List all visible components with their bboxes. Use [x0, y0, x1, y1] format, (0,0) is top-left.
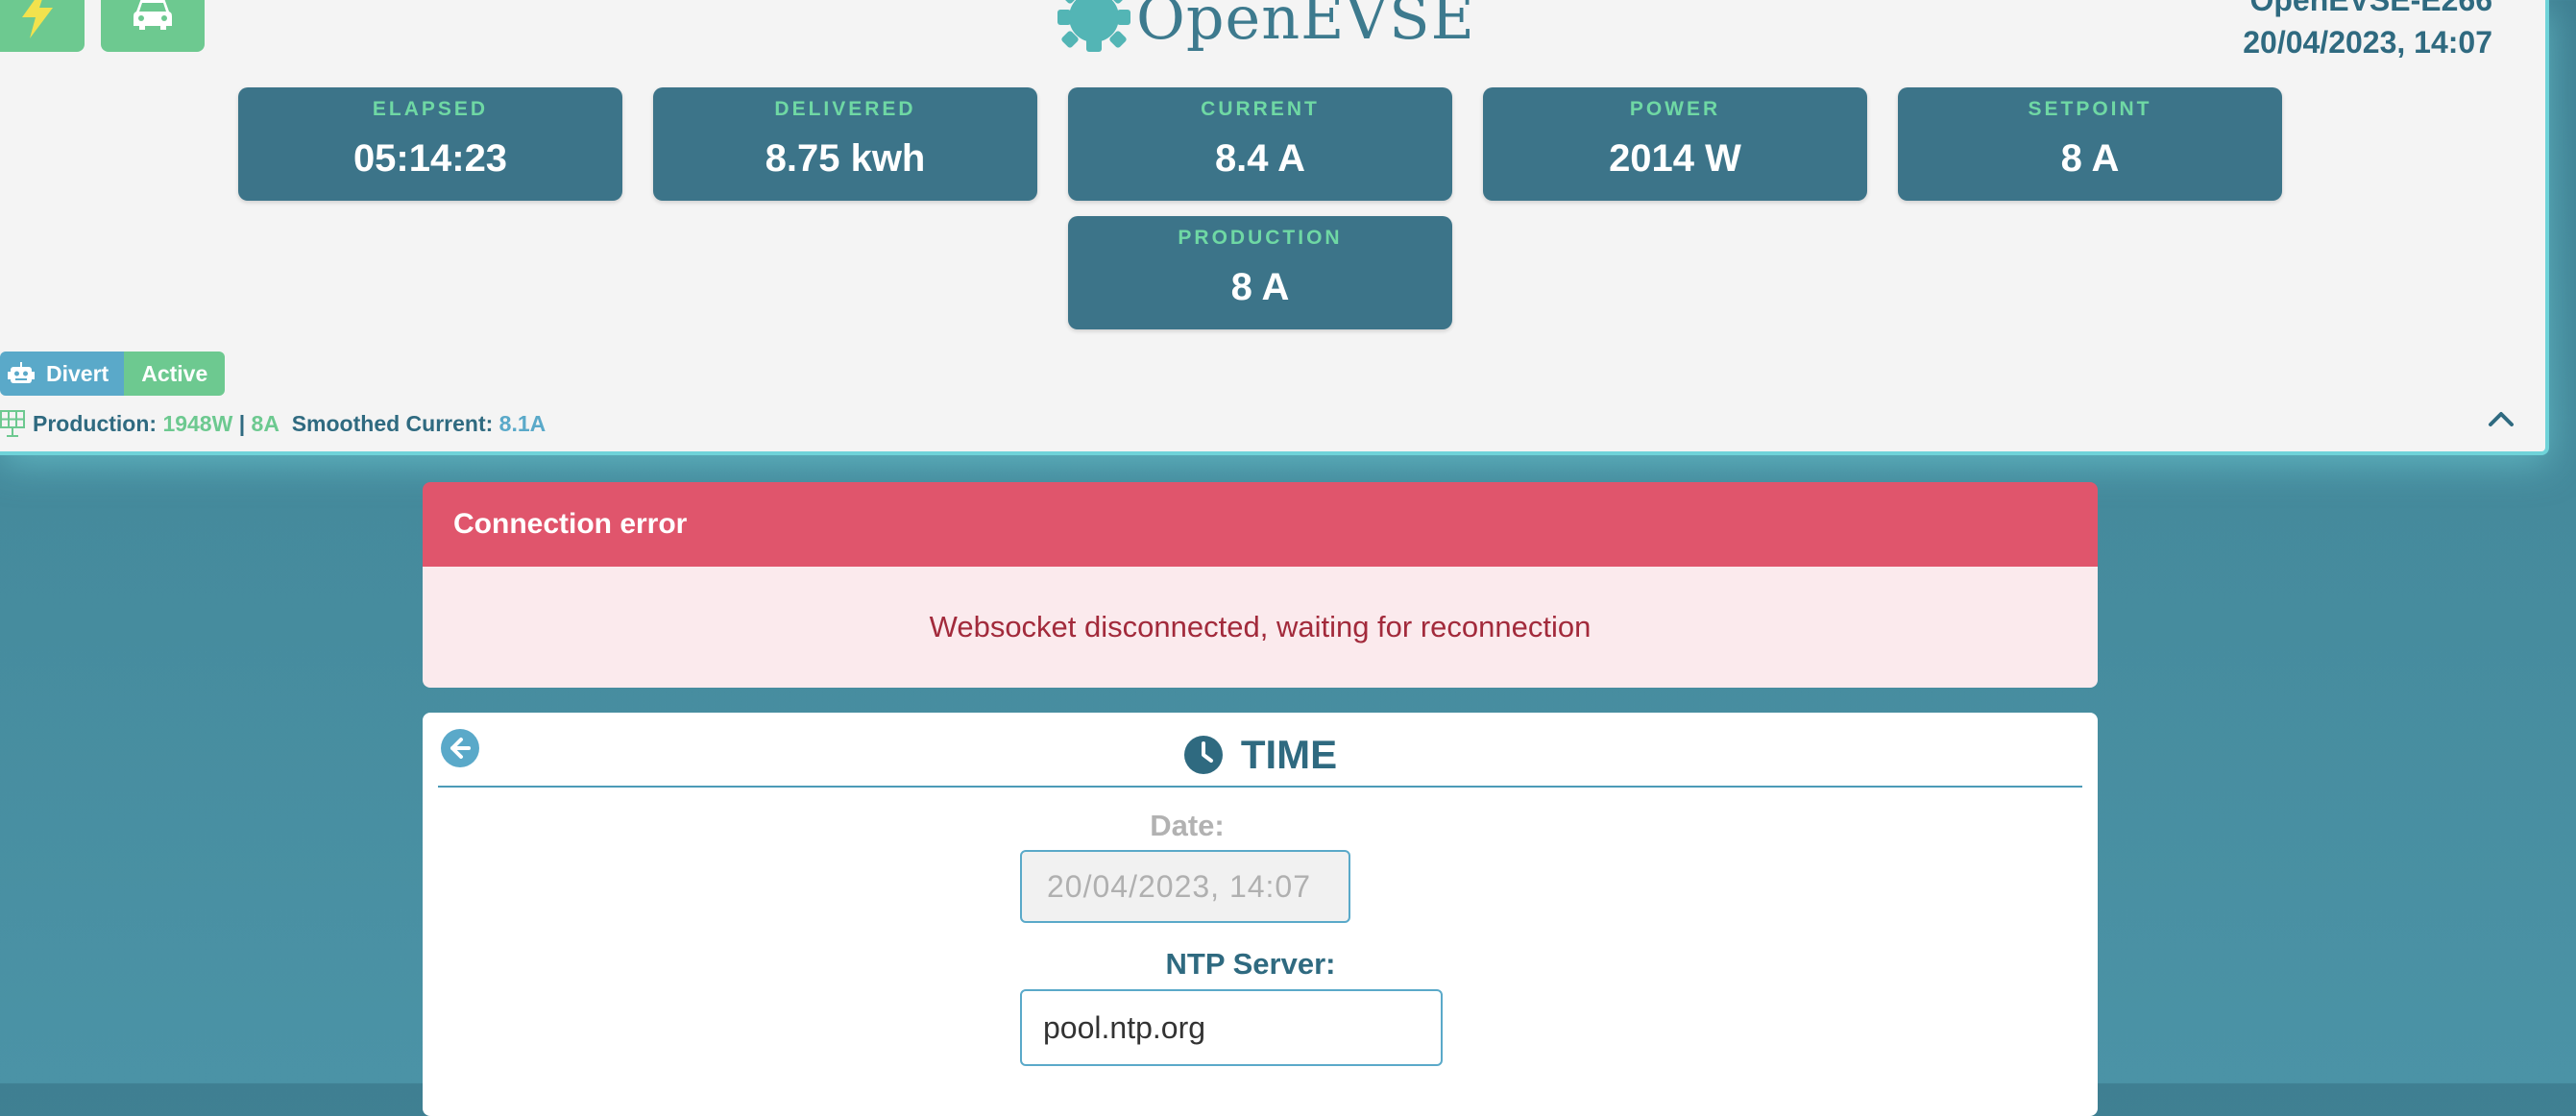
smoothed-current-label: Smoothed Current:: [291, 410, 494, 436]
stat-value: 8 A: [2060, 137, 2120, 180]
ntp-server-input[interactable]: pool.ntp.org: [1020, 989, 1443, 1066]
chevron-up-icon: [2482, 412, 2520, 440]
car-icon: [133, 0, 173, 36]
robot-icon: [8, 362, 35, 385]
date-field[interactable]: 20/04/2023, 14:07: [1020, 850, 1350, 923]
time-settings-panel: TIME Date: 20/04/2023, 14:07 NTP Server:…: [423, 713, 2098, 1116]
divert-active-badge: Active: [124, 352, 226, 396]
divert-mode-label: Divert: [46, 360, 109, 386]
stat-card-elapsed: ELAPSED 05:14:23: [238, 87, 622, 201]
stat-label: PRODUCTION: [1178, 227, 1343, 249]
stat-label: ELAPSED: [372, 98, 489, 120]
vehicle-button[interactable]: [101, 0, 205, 52]
connection-error-alert: Connection error Websocket disconnected,…: [423, 482, 2098, 688]
alert-message: Websocket disconnected, waiting for reco…: [423, 567, 2098, 688]
stat-value: 8.75 kwh: [765, 137, 926, 180]
divert-status-badge: Divert Active: [0, 352, 226, 396]
device-name: OpenEVSE-E266: [2249, 0, 2492, 17]
smoothed-current-value: 8.1A: [498, 410, 547, 436]
time-panel-header: TIME: [423, 726, 2098, 784]
openevse-logo: OpenEVSE: [1052, 0, 1475, 58]
stat-value: 2014 W: [1609, 137, 1741, 180]
device-datetime: 20/04/2023, 14:07: [2243, 25, 2492, 60]
device-info: OpenEVSE-E266 20/04/2023, 14:07: [2243, 0, 2492, 63]
date-label: Date:: [1150, 809, 1225, 842]
logo-gear-icon: [1057, 0, 1130, 52]
stat-card-current: CURRENT 8.4 A: [1068, 87, 1452, 201]
logo-text: OpenEVSE: [1136, 0, 1475, 53]
title-divider: [438, 786, 2082, 788]
stat-value: 05:14:23: [352, 137, 508, 180]
production-power: 1948W: [162, 410, 233, 436]
stat-value: 8 A: [1230, 266, 1290, 308]
bolt-icon: [18, 0, 57, 43]
separator: |: [238, 410, 246, 436]
stat-card-production: PRODUCTION 8 A: [1068, 216, 1452, 329]
alert-title: Connection error: [423, 482, 2098, 567]
clock-icon: [1183, 735, 1224, 775]
stat-card-power: POWER 2014 W: [1483, 87, 1867, 201]
stat-label: SETPOINT: [2028, 98, 2152, 120]
divert-mode-badge: Divert: [0, 352, 125, 396]
stat-label: DELIVERED: [774, 98, 916, 120]
stat-value: 8.4 A: [1214, 137, 1306, 180]
stat-card-setpoint: SETPOINT 8 A: [1898, 87, 2282, 201]
time-panel-title: TIME: [1240, 732, 1338, 777]
stat-label: POWER: [1629, 98, 1721, 120]
stat-card-delivered: DELIVERED 8.75 kwh: [653, 87, 1037, 201]
production-summary: Production: 1948W | 8A Smoothed Current:…: [0, 407, 546, 440]
solar-panel-icon: [0, 410, 25, 437]
ntp-server-label: NTP Server:: [1165, 947, 1336, 981]
header-panel: OpenEVSE OpenEVSE-E266 20/04/2023, 14:07…: [0, 0, 2549, 455]
production-label: Production:: [33, 410, 158, 436]
production-current: 8A: [251, 410, 279, 436]
charge-mode-button[interactable]: [0, 0, 85, 52]
stat-label: CURRENT: [1201, 98, 1320, 120]
collapse-header-button[interactable]: [2482, 401, 2520, 436]
